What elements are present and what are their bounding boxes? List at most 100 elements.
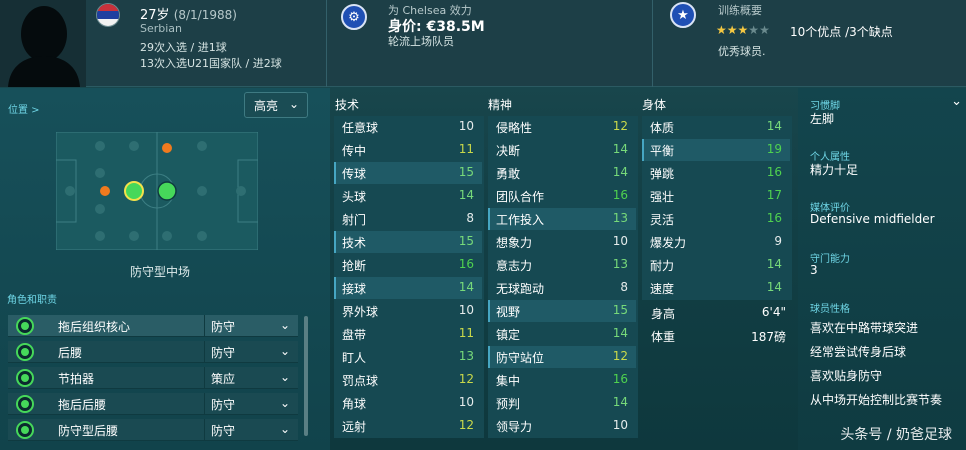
role-suitability-icon bbox=[16, 343, 34, 361]
attribute-row[interactable]: 弹跳 16 bbox=[642, 162, 790, 184]
attribute-row[interactable]: 平衡 19 bbox=[642, 139, 790, 161]
attribute-row[interactable]: 领导力 10 bbox=[488, 415, 636, 437]
attribute-row[interactable]: 角球 10 bbox=[334, 392, 482, 414]
attribute-row[interactable]: 强壮 17 bbox=[642, 185, 790, 207]
attribute-row[interactable]: 决断 14 bbox=[488, 139, 636, 161]
roles-scrollbar[interactable] bbox=[304, 316, 308, 436]
position-dot bbox=[95, 141, 105, 151]
attribute-row[interactable]: 团队合作 16 bbox=[488, 185, 636, 207]
training-grade: 优秀球员. bbox=[718, 45, 766, 58]
attribute-row[interactable]: 抢断 16 bbox=[334, 254, 482, 276]
attribute-value: 10 bbox=[458, 303, 474, 317]
attribute-row[interactable]: 防守站位 12 bbox=[488, 346, 636, 368]
attribute-row[interactable]: 镇定 14 bbox=[488, 323, 636, 345]
attribute-name: 盯人 bbox=[342, 351, 367, 365]
role-row[interactable]: 防守型后腰 防守 ⌄ bbox=[8, 419, 298, 441]
role-row[interactable]: 节拍器 策应 ⌄ bbox=[8, 367, 298, 389]
attribute-row[interactable]: 射门 8 bbox=[334, 208, 482, 230]
role-row[interactable]: 后腰 防守 ⌄ bbox=[8, 341, 298, 363]
attribute-name: 头球 bbox=[342, 190, 367, 204]
height-value: 6'4" bbox=[761, 305, 786, 319]
attribute-row[interactable]: 集中 16 bbox=[488, 369, 636, 391]
attribute-row[interactable]: 头球 14 bbox=[334, 185, 482, 207]
attribute-row[interactable]: 远射 12 bbox=[334, 415, 482, 437]
role-row[interactable]: 拖后后腰 防守 ⌄ bbox=[8, 393, 298, 415]
attribute-row[interactable]: 传球 15 bbox=[334, 162, 482, 184]
attribute-name: 灵活 bbox=[650, 213, 675, 227]
duty-select[interactable]: 防守 ⌄ bbox=[204, 419, 298, 441]
chelsea-badge-icon[interactable]: ⚙ bbox=[341, 4, 367, 30]
attribute-name: 视野 bbox=[496, 305, 521, 319]
attribute-row[interactable]: 无球跑动 8 bbox=[488, 277, 636, 299]
weight-label: 体重 bbox=[651, 330, 676, 344]
attribute-value: 10 bbox=[458, 119, 474, 133]
squad-status: 轮流上场队员 bbox=[388, 35, 454, 48]
attribute-name: 团队合作 bbox=[496, 190, 545, 204]
duty-select[interactable]: 防守 ⌄ bbox=[204, 315, 298, 337]
player-u21-caps[interactable]: 13次入选U21国家队 / 进2球 bbox=[140, 55, 282, 71]
attribute-name: 盘带 bbox=[342, 328, 367, 342]
selected-role-title: 防守型中场 bbox=[129, 265, 190, 279]
position-dot bbox=[95, 168, 105, 178]
role-suitability-icon bbox=[16, 369, 34, 387]
position-dot bbox=[65, 186, 75, 196]
attribute-row[interactable]: 侵略性 12 bbox=[488, 116, 636, 138]
attribute-name: 任意球 bbox=[342, 121, 379, 135]
attribute-row[interactable]: 耐力 14 bbox=[642, 254, 790, 276]
role-name: 拖后组织核心 bbox=[58, 320, 131, 334]
attribute-row[interactable]: 技术 15 bbox=[334, 231, 482, 253]
attribute-row[interactable]: 意志力 13 bbox=[488, 254, 636, 276]
attribute-value: 10 bbox=[458, 395, 474, 409]
highlight-dropdown[interactable]: 高亮 ⌄ bbox=[244, 92, 308, 118]
player-age: 27岁 (8/1/1988) bbox=[140, 8, 237, 23]
attribute-value: 16 bbox=[766, 165, 782, 179]
attribute-row[interactable]: 勇敢 14 bbox=[488, 162, 636, 184]
position-link[interactable]: 位置 > bbox=[8, 101, 40, 116]
player-profile-screen: 27岁 (8/1/1988) Serbian 29次入选 / 进1球 13次入选… bbox=[0, 0, 966, 450]
duty-select[interactable]: 防守 ⌄ bbox=[204, 341, 298, 363]
duty-select[interactable]: 防守 ⌄ bbox=[204, 393, 298, 415]
attribute-value: 14 bbox=[766, 280, 782, 294]
attribute-row[interactable]: 工作投入 13 bbox=[488, 208, 636, 230]
training-title[interactable]: 训练概要 bbox=[718, 2, 762, 18]
attribute-value: 14 bbox=[612, 142, 628, 156]
attribute-name: 界外球 bbox=[342, 305, 379, 319]
attribute-row[interactable]: 想象力 10 bbox=[488, 231, 636, 253]
attribute-row[interactable]: 体质 14 bbox=[642, 116, 790, 138]
attribute-name: 弹跳 bbox=[650, 167, 675, 181]
attribute-value: 16 bbox=[612, 188, 628, 202]
attribute-value: 19 bbox=[766, 142, 782, 156]
attribute-row[interactable]: 灵活 16 bbox=[642, 208, 790, 230]
attribute-row[interactable]: 罚点球 12 bbox=[334, 369, 482, 391]
attribute-name: 意志力 bbox=[496, 259, 533, 273]
defense-value: 3 bbox=[810, 263, 818, 277]
attribute-row[interactable]: 速度 14 bbox=[642, 277, 790, 299]
key-attribute-marker bbox=[488, 300, 490, 322]
trait-item: 喜欢贴身防守 bbox=[810, 369, 883, 383]
attribute-value: 15 bbox=[458, 234, 474, 248]
role-row[interactable]: 拖后组织核心 防守 ⌄ bbox=[8, 315, 298, 337]
attribute-name: 角球 bbox=[342, 397, 367, 411]
attribute-row[interactable]: 接球 14 bbox=[334, 277, 482, 299]
attribute-name: 爆发力 bbox=[650, 236, 687, 250]
position-panel: 位置 > 高亮 ⌄ 防守型中场 角色和职责 拖后组织核心 防守 ⌄ 后腰 防守 … bbox=[0, 88, 330, 450]
player-caps[interactable]: 29次入选 / 进1球 bbox=[140, 39, 227, 55]
attribute-value: 15 bbox=[612, 303, 628, 317]
attribute-row[interactable]: 界外球 10 bbox=[334, 300, 482, 322]
role-suitability-icon bbox=[16, 395, 34, 413]
attribute-row[interactable]: 预判 14 bbox=[488, 392, 636, 414]
attribute-row[interactable]: 传中 11 bbox=[334, 139, 482, 161]
key-attribute-marker bbox=[334, 231, 336, 253]
attribute-row[interactable]: 爆发力 9 bbox=[642, 231, 790, 253]
attribute-name: 平衡 bbox=[650, 144, 675, 158]
chevron-down-icon[interactable]: ⌄ bbox=[951, 94, 962, 109]
attribute-value: 14 bbox=[612, 165, 628, 179]
chevron-down-icon: ⌄ bbox=[279, 396, 290, 410]
attribute-row[interactable]: 盯人 13 bbox=[334, 346, 482, 368]
attribute-name: 领导力 bbox=[496, 420, 533, 434]
duty-select[interactable]: 策应 ⌄ bbox=[204, 367, 298, 389]
player-header: 27岁 (8/1/1988) Serbian 29次入选 / 进1球 13次入选… bbox=[0, 0, 966, 87]
attribute-row[interactable]: 任意球 10 bbox=[334, 116, 482, 138]
attribute-row[interactable]: 视野 15 bbox=[488, 300, 636, 322]
attribute-row[interactable]: 盘带 11 bbox=[334, 323, 482, 345]
